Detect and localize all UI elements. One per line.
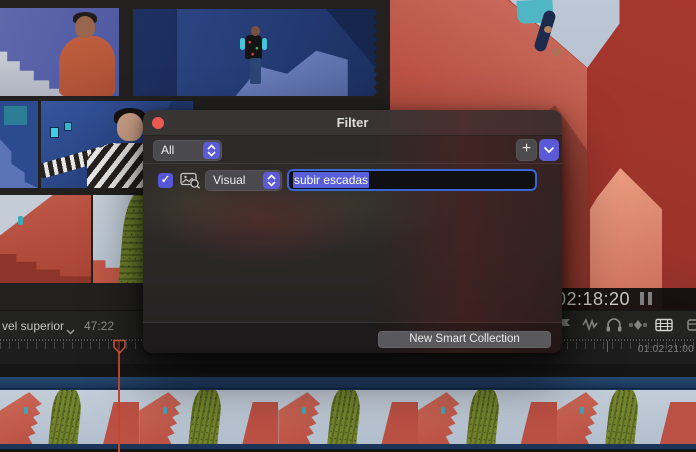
scope-dropdown[interactable]: All [153,140,222,161]
headphones-icon[interactable] [604,317,624,333]
selected-search-text: subir escadas [293,172,369,188]
transition-icon[interactable] [628,317,648,333]
filmstrip-icon[interactable] [654,317,674,333]
art-person-figure [18,216,23,225]
clip-filmstrip [0,390,696,444]
timecode-display: 02:18:20 [556,289,630,310]
art-person-head [117,113,143,141]
art-teal-patch [4,106,27,125]
visual-search-icon [180,172,201,189]
art-person-head [75,16,95,38]
art-person-hand [552,48,561,56]
clip-frame [139,390,278,444]
art-person-head [251,26,260,36]
art-sky [0,195,53,235]
new-smart-collection-button[interactable]: New Smart Collection [378,331,551,348]
stepper-chevrons-icon [263,172,280,189]
art-stairs [0,36,66,96]
playhead-marker[interactable] [112,339,127,360]
dialog-title: Filter [143,115,562,130]
art-red-steps [0,235,91,283]
add-rule-button[interactable]: + [516,139,537,161]
ruler-timecode-label: 01:02:21:00 [638,344,694,355]
dialog-footer: New Smart Collection [143,323,562,353]
art-person-arm [262,38,267,50]
art-stairs [0,127,38,188]
clip-bottom-band [0,444,696,449]
dialog-titlebar[interactable]: Filter [143,110,562,136]
clip-thumbnail-floral-shirt-blue-steps[interactable] [133,9,377,96]
clip-frame [557,390,696,444]
rule-enabled-checkbox[interactable]: ✓ [158,173,173,188]
art-shade [133,9,177,96]
clip-thumbnail-blue-stairs[interactable] [0,101,38,188]
timeline-clip[interactable] [0,377,696,449]
divider [143,163,562,164]
index-icon[interactable] [686,317,696,333]
art-screen [50,127,59,138]
add-rule-menu-button[interactable] [539,139,559,161]
art-person-jeans [250,58,261,84]
audio-meters-icon[interactable] [580,317,600,333]
filter-dialog: Filter All + ✓ Visual subir escadas [143,110,562,353]
clip-thumbnail-red-shirt-stairs[interactable] [0,8,119,96]
rule-type-value: Visual [213,173,245,187]
art-person-shirt [245,35,262,59]
ruler-major-tick [607,341,608,352]
scope-dropdown-value: All [161,143,174,157]
timeline-track [0,364,696,452]
clip-thumbnail-red-building-person[interactable] [0,195,91,283]
rule-type-dropdown[interactable]: Visual [205,170,282,191]
stepper-chevrons-icon [203,142,220,159]
clip-top-band [0,377,696,389]
pause-icon [640,292,644,305]
art-screen [64,122,72,131]
timeline-duration: 47:22 [84,319,114,333]
art-person-torso [59,36,115,96]
timeline-project-label[interactable]: vel superior [2,319,64,333]
clip-frame [278,390,417,444]
art-person-hand [544,26,552,33]
final-cut-pro-window: 02:18:20 vel superior 47:22 [0,0,696,452]
clip-frame [418,390,557,444]
pause-icon [648,292,652,305]
search-text-field[interactable]: subir escadas [287,169,537,191]
